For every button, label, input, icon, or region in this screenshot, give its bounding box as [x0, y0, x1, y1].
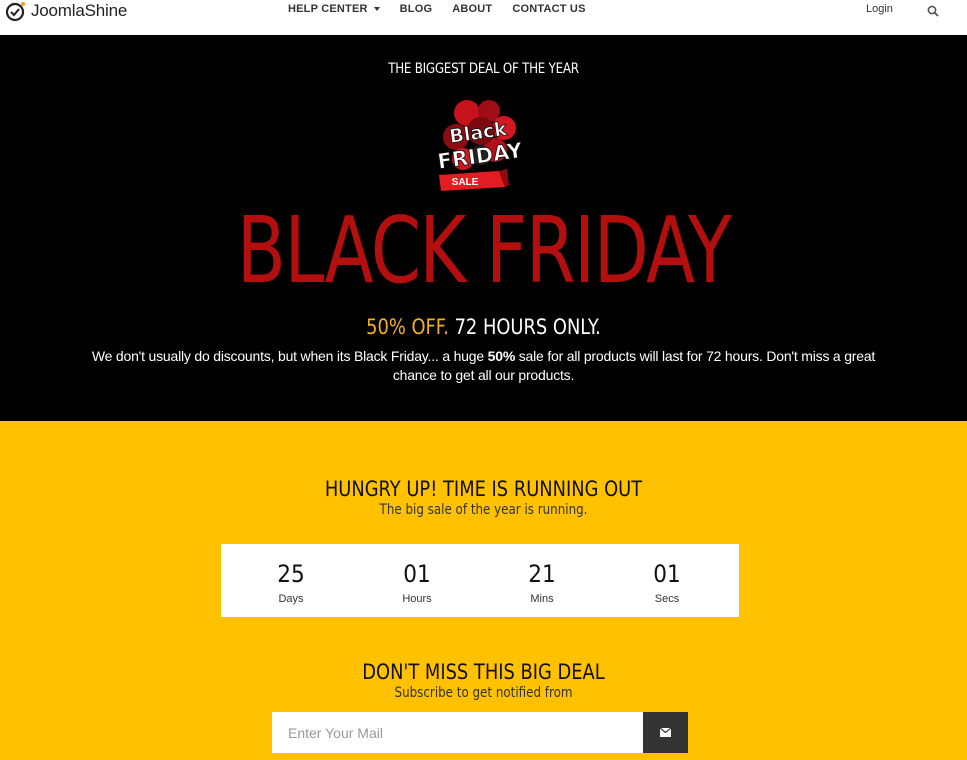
countdown-days: 25 Days: [251, 544, 331, 605]
menu-item-label: HELP CENTER: [288, 3, 368, 15]
countdown-value: 01: [403, 560, 431, 588]
countdown-timer: 25 Days 01 Hours 21 Mins 01 Secs: [221, 544, 739, 617]
countdown-section: HUNGRY UP! TIME IS RUNNING OUT The big s…: [0, 421, 967, 760]
desc-bold: 50%: [487, 348, 516, 364]
offer-line: 50% OFF. 72 HOURS ONLY.: [73, 315, 895, 339]
menu-item-blog[interactable]: BLOG: [400, 3, 433, 15]
countdown-value: 25: [277, 560, 305, 588]
menu-item-label: BLOG: [399, 3, 433, 15]
menu-item-contact-us[interactable]: CONTACT US: [512, 3, 585, 15]
menu-item-label: CONTACT US: [512, 3, 586, 15]
desc-text: We don't usually do discounts, but when …: [91, 348, 488, 364]
badge-line3: SALE: [452, 177, 479, 188]
hero-eyebrow: THE BIGGEST DEAL OF THE YEAR: [388, 61, 579, 77]
hero-headline: BLACK FRIDAY: [236, 197, 732, 304]
black-friday-badge: Black FRIDAY SALE: [436, 95, 525, 195]
menu-item-label: ABOUT: [452, 3, 493, 15]
countdown-mins: 21 Mins: [502, 544, 582, 605]
offer-highlight: 50% OFF.: [366, 315, 449, 339]
email-field[interactable]: [272, 712, 643, 753]
subscribe-title: DON'T MISS THIS BIG DEAL: [362, 660, 605, 684]
logo-icon: [5, 1, 26, 22]
countdown-subtitle: The big sale of the year is running.: [379, 502, 588, 518]
hero-description: We don't usually do discounts, but when …: [70, 347, 897, 385]
countdown-value: 21: [528, 560, 556, 588]
countdown-hours: 01 Hours: [377, 544, 457, 605]
countdown-label: Hours: [402, 593, 432, 605]
hero-section: THE BIGGEST DEAL OF THE YEAR Black FRIDA…: [0, 35, 967, 421]
main-menu: HELP CENTER BLOG ABOUT CONTACT US: [288, 3, 606, 15]
chevron-down-icon: [373, 7, 380, 11]
countdown-value: 01: [653, 560, 681, 588]
countdown-label: Days: [278, 593, 304, 605]
top-navbar: JoomlaShine HELP CENTER BLOG ABOUT CONTA…: [0, 0, 967, 35]
login-link[interactable]: Login: [866, 3, 893, 15]
search-icon[interactable]: [927, 4, 939, 17]
countdown-label: Secs: [654, 593, 680, 605]
menu-item-help-center[interactable]: HELP CENTER: [288, 3, 380, 15]
subscribe-button[interactable]: [643, 712, 688, 753]
logo[interactable]: JoomlaShine: [5, 0, 127, 22]
offer-duration: 72 HOURS ONLY.: [448, 315, 601, 339]
countdown-label: Mins: [530, 593, 554, 605]
envelope-icon: [659, 725, 672, 740]
logo-text: JoomlaShine: [31, 1, 128, 20]
menu-item-about[interactable]: ABOUT: [452, 3, 492, 15]
subscribe-subtitle: Subscribe to get notified from: [394, 685, 573, 701]
countdown-title: HUNGRY UP! TIME IS RUNNING OUT: [324, 477, 643, 501]
countdown-secs: 01 Secs: [627, 544, 707, 605]
